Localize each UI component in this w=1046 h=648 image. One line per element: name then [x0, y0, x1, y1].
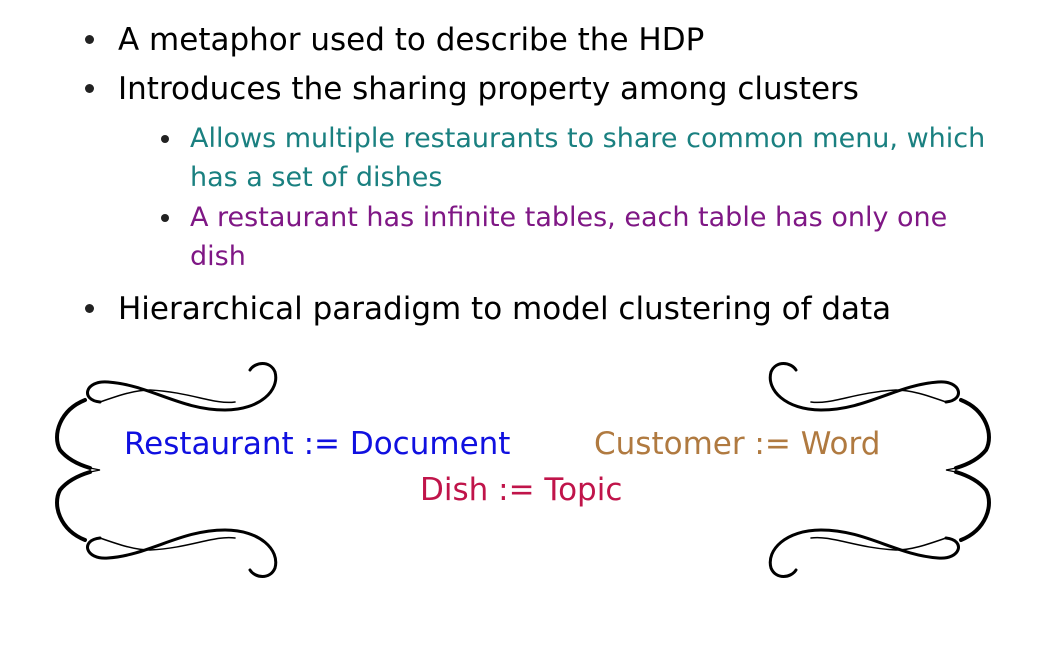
- bullet-text: Hierarchical paradigm to model clusterin…: [118, 291, 892, 327]
- bullet-dot: [85, 84, 94, 93]
- right-flourish-icon: [768, 362, 991, 578]
- bullet-text: A metaphor used to describe the HDP: [118, 22, 705, 58]
- bullet-dot: [85, 35, 94, 44]
- bullet-dot: [85, 304, 94, 313]
- bullet-item: Hierarchical paradigm to model clusterin…: [85, 291, 892, 327]
- sub-bullet-item: A restaurant has infinite tables, each t…: [161, 198, 1010, 276]
- sub-bullet-text: Allows multiple restaurants to share com…: [190, 123, 986, 193]
- sub-bullet-text: A restaurant has infinite tables, each t…: [190, 202, 948, 272]
- bullet-item: A metaphor used to describe the HDP: [85, 22, 705, 58]
- bullet-text: Introduces the sharing property among cl…: [118, 71, 859, 107]
- customer-definition: Customer := Word: [594, 426, 881, 462]
- bullet-item: Introduces the sharing property among cl…: [85, 71, 859, 107]
- left-flourish-icon: [55, 362, 278, 578]
- sub-bullet-item: Allows multiple restaurants to share com…: [161, 119, 1010, 197]
- bullet-dot: [161, 214, 169, 222]
- restaurant-definition: Restaurant := Document: [124, 426, 511, 462]
- definitions-block: Restaurant := Document Customer := Word …: [0, 360, 1046, 590]
- bullet-dot: [161, 135, 169, 143]
- dish-definition: Dish := Topic: [420, 472, 623, 508]
